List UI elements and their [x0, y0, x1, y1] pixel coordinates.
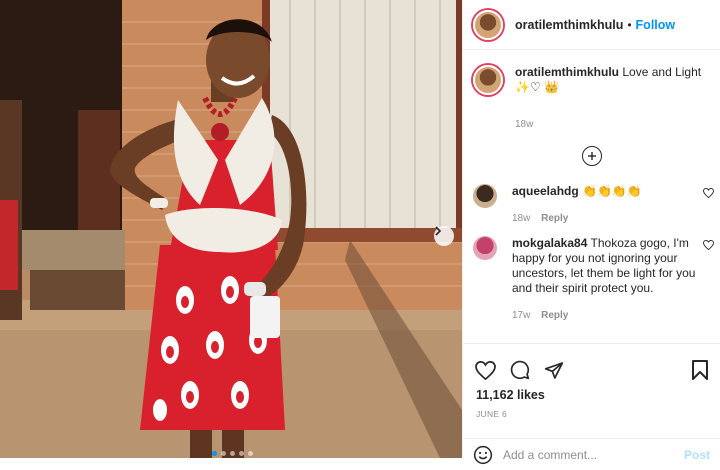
photo-illustration — [0, 0, 462, 458]
like-count[interactable]: 11,162 likes — [463, 386, 720, 402]
author-avatar[interactable] — [473, 9, 503, 40]
post-actions: 11,162 likes JUNE 6 Post — [463, 343, 720, 464]
like-button[interactable] — [475, 360, 496, 380]
caption-age[interactable]: 18w — [515, 119, 533, 130]
comment-meta: 18w Reply — [512, 211, 700, 226]
carousel-dot — [248, 451, 253, 456]
heart-icon — [475, 360, 496, 380]
instagram-post-modal: oratilemthimkhulu • Follow oratilemthimk… — [0, 0, 720, 464]
plus-icon — [587, 152, 596, 160]
carousel-dot — [239, 451, 244, 456]
comment-username[interactable]: aqueelahdg — [512, 184, 579, 198]
reply-button[interactable]: Reply — [541, 310, 568, 321]
post-side-panel: oratilemthimkhulu • Follow oratilemthimk… — [462, 0, 720, 464]
heart-icon[interactable] — [703, 188, 714, 198]
comment-body: mokgalaka84 Thokoza gogo, I'm happy for … — [512, 236, 700, 323]
caption-username[interactable]: oratilemthimkhulu — [515, 65, 619, 79]
carousel-dot — [221, 451, 226, 456]
plus-circle-icon[interactable] — [581, 146, 602, 166]
share-button[interactable] — [544, 361, 564, 380]
chevron-right-icon — [435, 226, 442, 236]
comment-button[interactable] — [510, 360, 530, 380]
reply-button[interactable]: Reply — [541, 213, 568, 224]
load-more-comments — [463, 146, 720, 166]
comment-item: mokgalaka84 Thokoza gogo, I'm happy for … — [463, 236, 720, 323]
comment-item: aqueelahdg 👏👏👏👏 18w Reply — [463, 184, 720, 226]
comment-body: aqueelahdg 👏👏👏👏 18w Reply — [512, 184, 700, 226]
commenter-avatar[interactable] — [473, 236, 497, 260]
post-photo[interactable] — [0, 0, 462, 458]
header-separator: • — [627, 17, 632, 32]
comment-meta: 17w Reply — [512, 308, 700, 323]
caption-meta: 18w — [515, 117, 703, 132]
heart-icon[interactable] — [703, 240, 714, 250]
carousel-dot — [212, 451, 217, 456]
comment-username[interactable]: mokgalaka84 — [512, 236, 587, 250]
caption-body: oratilemthimkhulu Love and Light ✨♡ 👑 18… — [515, 65, 703, 132]
post-date[interactable]: JUNE 6 — [463, 402, 720, 419]
caption: oratilemthimkhulu Love and Light ✨♡ 👑 18… — [463, 51, 720, 132]
comments-list[interactable]: oratilemthimkhulu Love and Light ✨♡ 👑 18… — [463, 51, 720, 343]
caption-avatar[interactable] — [473, 65, 503, 95]
action-icons — [463, 344, 720, 386]
bookmark-icon — [692, 360, 708, 380]
carousel-dot — [230, 451, 235, 456]
post-header: oratilemthimkhulu • Follow — [463, 0, 720, 50]
carousel-next-button[interactable] — [434, 226, 454, 246]
save-button[interactable] — [692, 360, 708, 380]
emoji-icon[interactable] — [473, 445, 493, 465]
follow-button[interactable]: Follow — [636, 18, 676, 32]
comment-text: 👏👏👏👏 — [582, 184, 642, 198]
comment-age[interactable]: 18w — [512, 213, 530, 224]
commenter-avatar[interactable] — [473, 184, 497, 208]
carousel-dots — [212, 451, 253, 456]
comment-input[interactable] — [503, 447, 684, 462]
comment-composer: Post — [463, 438, 720, 470]
share-icon — [544, 361, 564, 379]
comment-age[interactable]: 17w — [512, 310, 530, 321]
author-username[interactable]: oratilemthimkhulu — [515, 18, 623, 32]
post-comment-button[interactable]: Post — [684, 448, 710, 462]
comment-icon — [510, 360, 530, 380]
